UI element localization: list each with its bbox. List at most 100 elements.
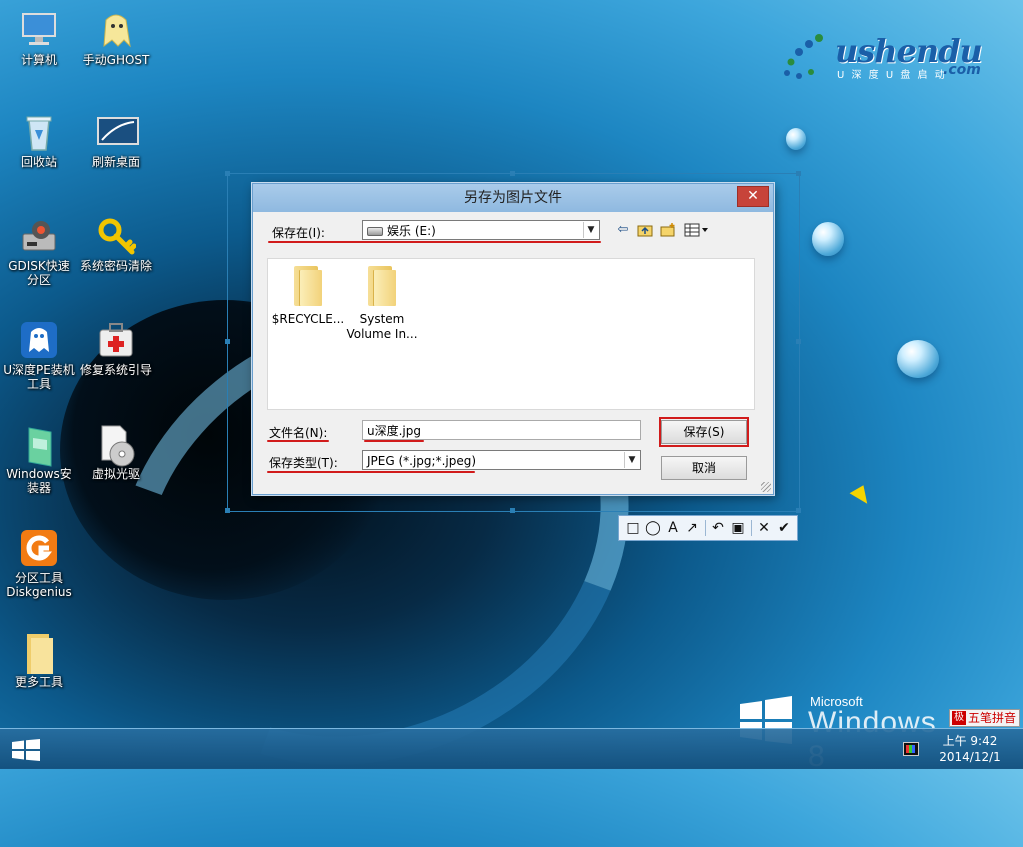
repair-boot-icon <box>96 320 136 360</box>
desktop-icon-label: 修复系统引导 <box>80 363 153 377</box>
dialog-titlebar[interactable]: 另存为图片文件 ✕ <box>253 184 773 212</box>
ime-label: 五笔拼音 <box>968 711 1017 725</box>
highlight-underline <box>267 440 329 442</box>
resize-handle[interactable] <box>796 339 801 344</box>
desktop-icon-windows-installer[interactable]: Windows安装器 <box>3 424 75 495</box>
recycle-bin-icon <box>19 112 59 152</box>
mouse-cursor-icon <box>849 485 873 509</box>
back-icon[interactable]: ⇦ <box>615 222 631 238</box>
save-icon[interactable]: ▣ <box>730 520 746 536</box>
start-button[interactable] <box>12 739 40 761</box>
desktop-icon-label: GDISK快速分区 <box>8 259 70 287</box>
confirm-icon[interactable]: ✔ <box>776 520 792 536</box>
capture-toolbar: □ ◯ A ↗ ↶ ▣ ✕ ✔ <box>618 515 798 541</box>
rectangle-icon[interactable]: □ <box>625 520 641 536</box>
close-button[interactable]: ✕ <box>737 186 769 207</box>
logo-subtitle: U 深 度 U 盘 启 动 <box>837 70 947 81</box>
ime-indicator[interactable]: 极五笔拼音 <box>949 709 1020 727</box>
network-tray-icon[interactable] <box>903 742 919 756</box>
desktop-icon-label: 计算机 <box>20 53 57 67</box>
desktop-icon-repair-boot[interactable]: 修复系统引导 <box>80 320 152 377</box>
desktop-icon-label: 手动GHOST <box>82 53 150 67</box>
refresh-desktop-icon <box>96 112 139 152</box>
desktop-icon-gdisk[interactable]: GDISK快速分区 <box>3 216 75 287</box>
file-item-name: System <box>359 312 405 326</box>
file-item-name: $RECYCLE... <box>271 312 345 326</box>
diskgenius-icon <box>19 528 59 568</box>
cancel-button[interactable]: 取消 <box>661 456 747 480</box>
desktop-icon-label: 回收站 <box>20 155 57 169</box>
resize-handle[interactable] <box>796 171 801 176</box>
filename-label: 文件名(N): <box>269 426 328 440</box>
key-icon <box>96 216 137 256</box>
taskbar-clock[interactable]: 上午 9:42 2014/12/1 <box>930 733 1010 765</box>
resize-handle[interactable] <box>510 171 515 176</box>
ushendu-logo: ushendu U 深 度 U 盘 启 动 .com <box>775 28 1005 84</box>
desktop-icon-password-clear[interactable]: 系统密码清除 <box>80 216 152 273</box>
resize-grip[interactable] <box>761 482 771 492</box>
pe-installer-icon <box>19 320 59 360</box>
filename-input[interactable]: u深度.jpg <box>362 420 641 440</box>
file-item-system-volume[interactable]: System Volume In... <box>342 262 422 342</box>
view-menu-icon[interactable] <box>684 222 710 238</box>
taskbar: 上午 9:42 2014/12/1 <box>0 728 1023 769</box>
gdisk-icon <box>19 216 59 256</box>
save-in-label: 保存在(I): <box>272 226 325 240</box>
desktop-icon-ghost[interactable]: 手动GHOST <box>80 10 152 67</box>
desktop-icon-label: 分区工具Diskgenius <box>6 571 72 599</box>
save-in-value: 娱乐 (E:) <box>387 224 436 238</box>
ime-badge-icon: 极 <box>952 711 966 725</box>
highlight-underline <box>267 471 475 473</box>
up-folder-icon[interactable] <box>637 222 653 238</box>
text-icon[interactable]: A <box>665 520 681 536</box>
resize-handle[interactable] <box>510 508 515 513</box>
desktop-icon-label: 更多工具 <box>14 675 63 689</box>
resize-handle[interactable] <box>796 508 801 513</box>
new-folder-icon[interactable] <box>660 222 676 238</box>
arrow-icon[interactable]: ↗ <box>684 520 700 536</box>
water-drop <box>897 340 939 378</box>
desktop-icon-label: Windows安装器 <box>6 467 72 495</box>
desktop-icon-label: U深度PE装机工具 <box>3 363 75 391</box>
save-in-dropdown[interactable]: 娱乐 (E:) ▼ <box>362 220 600 240</box>
desktop-icon-label: 刷新桌面 <box>91 155 140 169</box>
ghost-icon <box>96 10 136 50</box>
folder-icon <box>366 266 398 306</box>
ushendu-logo-swirl-icon <box>784 34 823 79</box>
file-item-name-line2: Volume In... <box>346 327 418 341</box>
chevron-down-icon[interactable]: ▼ <box>624 452 639 468</box>
clock-time: 上午 9:42 <box>942 734 998 748</box>
windows-installer-icon <box>19 424 59 467</box>
filetype-value: JPEG (*.jpg;*.jpeg) <box>367 454 477 468</box>
water-drop <box>812 222 844 256</box>
chevron-down-icon[interactable]: ▼ <box>583 222 598 238</box>
desktop-icon-pe-installer[interactable]: U深度PE装机工具 <box>3 320 75 391</box>
dialog-title: 另存为图片文件 <box>464 190 562 206</box>
resize-handle[interactable] <box>225 339 230 344</box>
desktop-icon-computer[interactable]: 计算机 <box>3 10 75 67</box>
filetype-dropdown[interactable]: JPEG (*.jpg;*.jpeg) ▼ <box>362 450 641 470</box>
resize-handle[interactable] <box>225 508 230 513</box>
desktop-icon-diskgenius[interactable]: 分区工具Diskgenius <box>3 528 75 599</box>
folder-icon <box>292 266 324 306</box>
save-button[interactable]: 保存(S) <box>661 420 747 444</box>
desktop-icon-more-tools[interactable]: 更多工具 <box>3 632 75 689</box>
filename-value: u深度.jpg <box>367 424 421 438</box>
desktop-icon-recycle-bin[interactable]: 回收站 <box>3 112 75 169</box>
computer-icon <box>19 10 59 50</box>
highlight-underline <box>364 440 424 442</box>
desktop-icon-refresh[interactable]: 刷新桌面 <box>80 112 152 169</box>
toolbar-divider <box>751 520 752 536</box>
highlight-underline <box>268 241 601 243</box>
resize-handle[interactable] <box>225 171 230 176</box>
undo-icon[interactable]: ↶ <box>710 520 726 536</box>
file-item-recycle[interactable]: $RECYCLE... <box>268 262 348 327</box>
toolbar-divider <box>705 520 706 536</box>
clock-date: 2014/12/1 <box>939 750 1001 764</box>
desktop-icon-virtual-drive[interactable]: 虚拟光驱 <box>80 424 152 481</box>
virtual-drive-icon <box>96 424 136 467</box>
logo-domain: .com <box>943 62 981 78</box>
cancel-icon[interactable]: ✕ <box>756 520 772 536</box>
ellipse-icon[interactable]: ◯ <box>645 520 661 536</box>
desktop-icon-label: 虚拟光驱 <box>91 467 140 481</box>
